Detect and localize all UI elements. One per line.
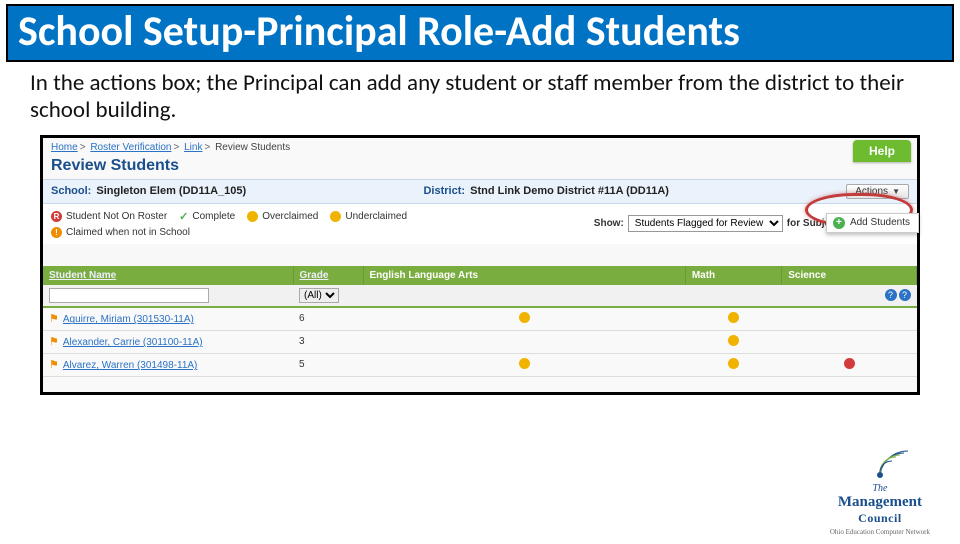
status-icon	[519, 312, 530, 323]
help-button[interactable]: Help	[853, 140, 911, 162]
logo-line3: Council	[830, 511, 930, 526]
logo-line2: Management	[830, 494, 930, 511]
school-value: Singleton Elem (DD11A_105)	[96, 185, 246, 197]
status-icon	[519, 358, 530, 369]
breadcrumb-link[interactable]: Link	[184, 142, 202, 153]
status-dot-yellow-icon	[247, 211, 258, 222]
check-icon: ✓	[179, 210, 188, 223]
flag-icon: ⚑	[49, 336, 59, 348]
legend-row: R Student Not On Roster ✓ Complete Overcla…	[43, 204, 917, 244]
district-label: District:	[423, 185, 465, 197]
status-icon	[844, 358, 855, 369]
student-link[interactable]: Alexander, Carrie (301100-11A)	[63, 337, 203, 348]
flag-icon: ⚑	[49, 359, 59, 371]
logo-sub: Ohio Education Computer Network	[830, 528, 930, 536]
student-name-filter[interactable]	[49, 288, 209, 303]
grade-filter[interactable]: (All)	[299, 288, 339, 303]
status-icon	[728, 335, 739, 346]
table-row: ⚑Aguirre, Miriam (301530-11A)6	[43, 307, 917, 331]
help-icon[interactable]: ?	[885, 289, 897, 301]
footer-logo: The Management Council Ohio Education Co…	[830, 435, 930, 536]
student-link[interactable]: Alvarez, Warren (301498-11A)	[63, 360, 198, 371]
col-ela: English Language Arts	[363, 266, 685, 285]
student-link[interactable]: Aguirre, Miriam (301530-11A)	[63, 314, 194, 325]
slide-body-text: In the actions box; the Principal can ad…	[0, 68, 960, 129]
breadcrumb-current: Review Students	[215, 142, 290, 153]
info-bar: School: Singleton Elem (DD11A_105) Distr…	[43, 179, 917, 204]
help-icon-2[interactable]: ?	[899, 289, 911, 301]
flag-icon: ⚑	[49, 313, 59, 325]
slide-title: School Setup-Principal Role-Add Students	[8, 6, 952, 60]
show-label: Show:	[594, 218, 624, 229]
plus-icon: +	[833, 217, 845, 229]
chevron-down-icon: ▼	[892, 187, 900, 196]
district-value: Stnd Link Demo District #11A (DD11A)	[470, 185, 669, 197]
school-label: School:	[51, 185, 91, 197]
students-table: Student Name Grade English Language Arts…	[43, 266, 917, 377]
breadcrumb-roster-verification[interactable]: Roster Verification	[90, 142, 171, 153]
actions-label: Actions	[855, 186, 888, 197]
page-heading: Review Students	[43, 155, 917, 179]
actions-button[interactable]: Actions ▼	[846, 184, 909, 199]
legend-underclaimed: Underclaimed	[345, 211, 407, 222]
status-icon	[728, 312, 739, 323]
col-science: Science	[782, 266, 917, 285]
status-dot-under-icon	[330, 211, 341, 222]
legend-overclaimed: Overclaimed	[262, 211, 318, 222]
logo-line1: The	[830, 483, 930, 494]
table-row: ⚑Alvarez, Warren (301498-11A)5	[43, 353, 917, 376]
slide-title-container: School Setup-Principal Role-Add Students	[6, 4, 954, 62]
breadcrumb-home[interactable]: Home	[51, 142, 78, 153]
breadcrumb: Home> Roster Verification> Link> Review …	[43, 138, 917, 155]
add-students-label: Add Students	[850, 217, 910, 228]
add-students-menu-item[interactable]: + Add Students	[826, 213, 919, 233]
status-dot-orange-icon: !	[51, 227, 62, 238]
legend-not-on-roster: Student Not On Roster	[66, 211, 167, 222]
table-row: ⚑Alexander, Carrie (301100-11A)3	[43, 330, 917, 353]
legend-complete: Complete	[192, 211, 235, 222]
legend-claimed-not-in-school: Claimed when not in School	[66, 227, 190, 238]
col-grade[interactable]: Grade	[300, 270, 329, 281]
status-icon	[728, 358, 739, 369]
col-math: Math	[685, 266, 781, 285]
app-screenshot: Help Home> Roster Verification> Link> Re…	[40, 135, 920, 395]
status-dot-red-icon: R	[51, 211, 62, 222]
col-student-name[interactable]: Student Name	[49, 270, 116, 281]
show-select[interactable]: Students Flagged for Review	[628, 215, 783, 232]
